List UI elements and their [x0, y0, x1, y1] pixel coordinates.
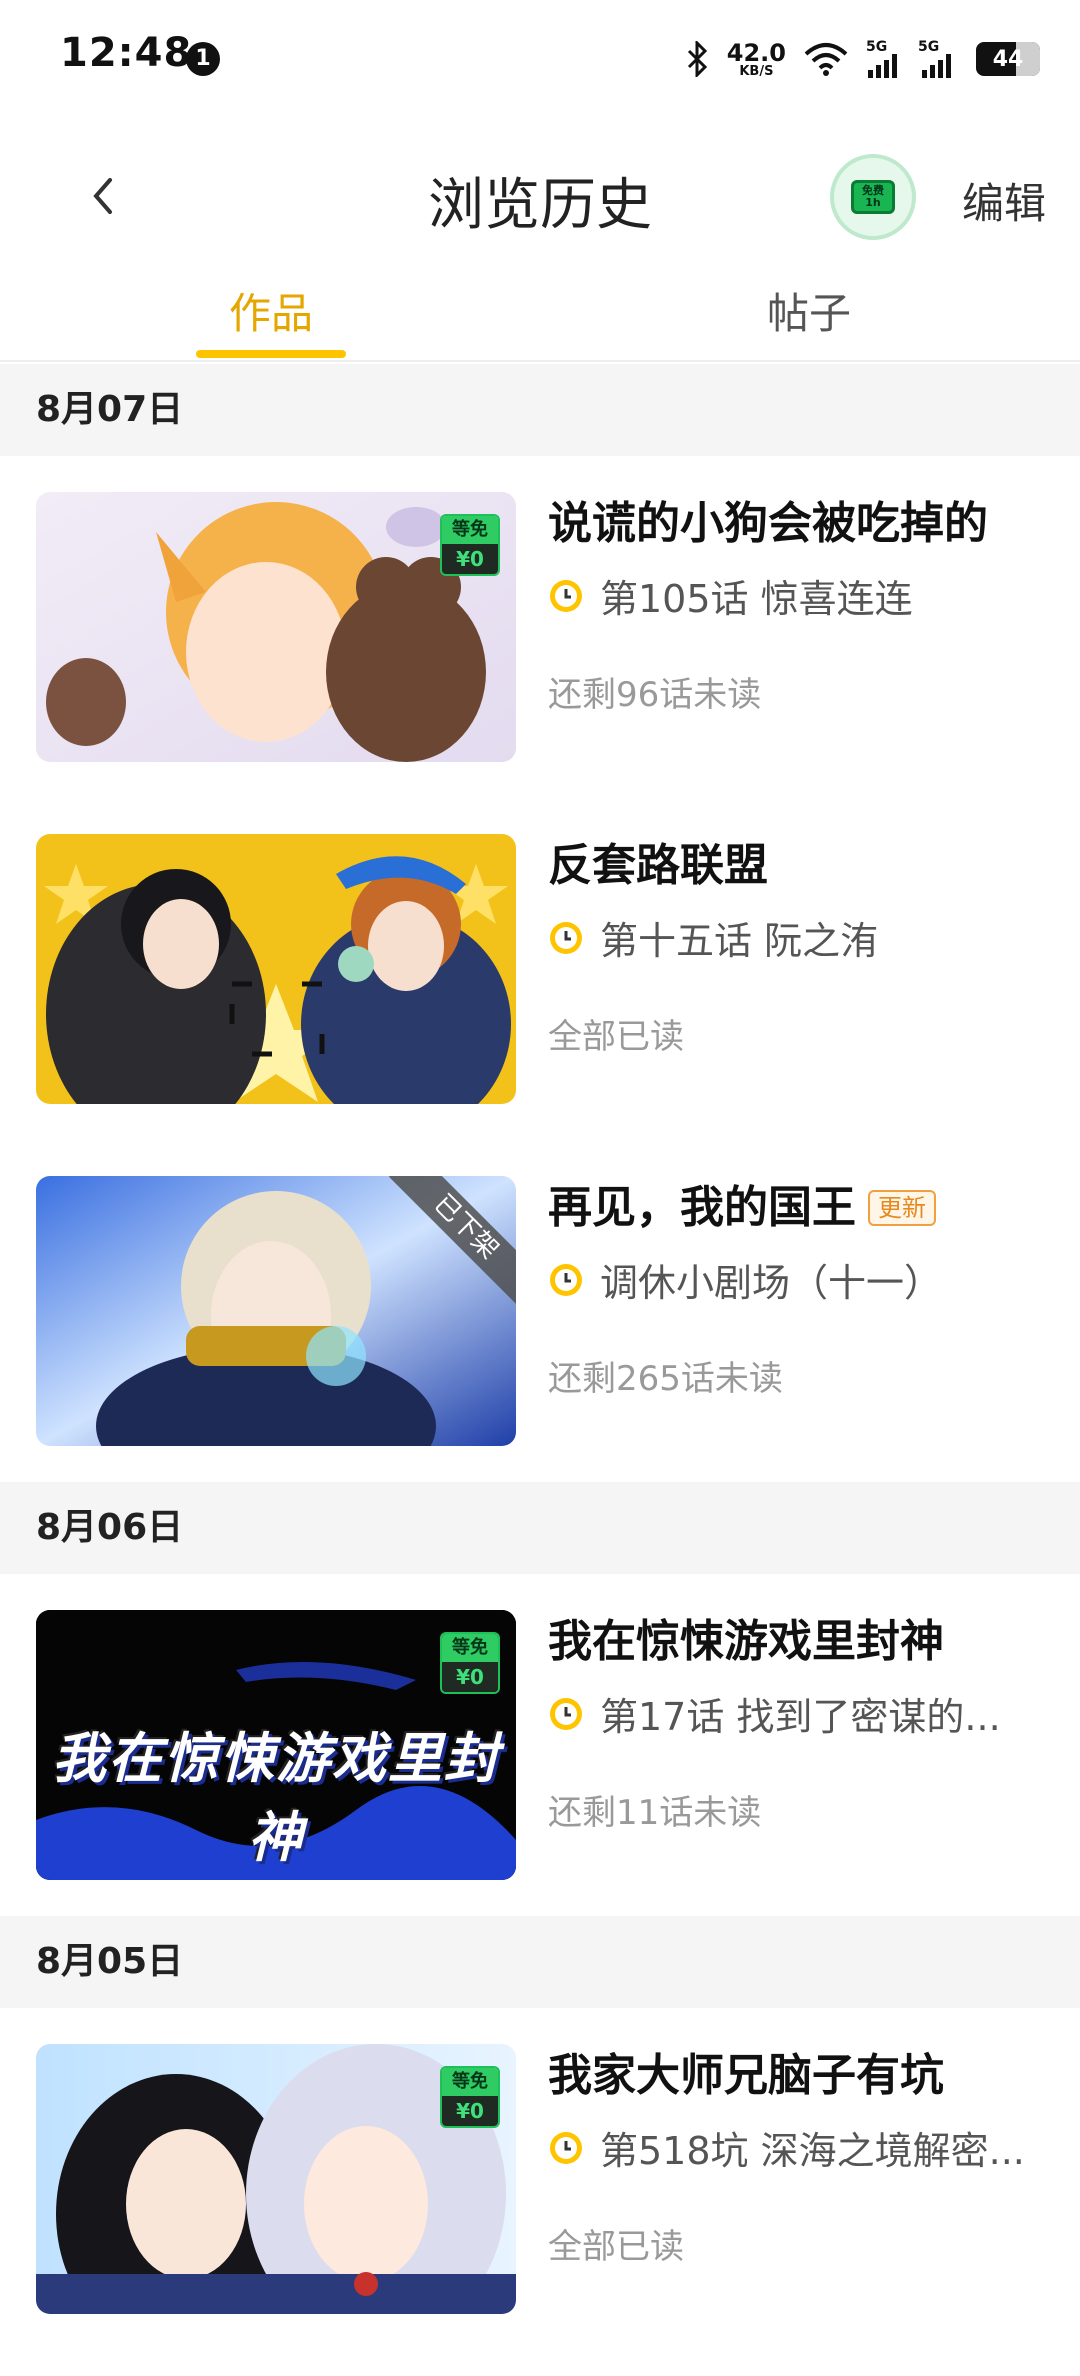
comic-info: 再见，我的国王 更新 调休小剧场（十一） 还剩265话未读	[548, 1176, 1048, 1400]
free-tag: 等免 ¥0	[440, 514, 500, 576]
clock-icon	[550, 921, 582, 954]
history-list[interactable]: 8月07日 等免 ¥0 说谎的小狗会被吃掉的 第105话 惊喜连连 还剩96话未…	[0, 364, 1080, 2350]
clock-icon	[550, 1263, 582, 1296]
cover-art	[36, 834, 516, 1104]
timer-icon: 免费 1h	[851, 180, 895, 214]
comic-title: 我家大师兄脑子有坑	[548, 2044, 1048, 2108]
last-read-chapter: 调休小剧场（十一）	[548, 1252, 1048, 1307]
battery-icon: 44	[976, 42, 1040, 76]
read-status: 还剩11话未读	[548, 1793, 762, 1833]
update-badge: 更新	[868, 1190, 936, 1226]
free-tag: 等免 ¥0	[440, 1632, 500, 1694]
list-item[interactable]: 我在惊悚游戏里封神 等免 ¥0 我在惊悚游戏里封神 第17话 找到了密谋的...…	[0, 1574, 1080, 1916]
list-item[interactable]: 等免 ¥0 说谎的小狗会被吃掉的 第105话 惊喜连连 还剩96话未读	[0, 456, 1080, 798]
wifi-icon	[804, 43, 848, 76]
comic-info: 反套路联盟 第十五话 阮之洧 全部已读	[548, 834, 1048, 1058]
last-read-chapter: 第518坑 深海之境解密...	[548, 2120, 1048, 2175]
comic-title-text: 反套路联盟	[548, 840, 768, 891]
signal-2: 5G	[918, 40, 958, 78]
free-tag-top: 等免	[442, 1634, 498, 1662]
date-header: 8月06日	[0, 1482, 1080, 1574]
chapter-text: 第518坑 深海之境解密...	[600, 2129, 1025, 2173]
signal-1-label: 5G	[866, 39, 888, 55]
signal-icon	[922, 54, 951, 78]
chapter-text: 调休小剧场（十一）	[600, 1261, 943, 1305]
net-speed-unit: KB/S	[739, 63, 774, 79]
notification-badge: 1	[186, 42, 220, 76]
comic-info: 我家大师兄脑子有坑 第518坑 深海之境解密... 全部已读	[548, 2044, 1048, 2268]
status-time: 12:48	[60, 30, 193, 76]
date-header: 8月05日	[0, 1916, 1080, 2008]
free-tag: 等免 ¥0	[440, 2066, 500, 2128]
comic-info: 我在惊悚游戏里封神 第17话 找到了密谋的... 还剩11话未读	[548, 1610, 1048, 1834]
last-read-chapter: 第17话 找到了密谋的...	[548, 1686, 1048, 1741]
comic-title-text: 再见，我的国王	[548, 1182, 856, 1233]
free-timer-button[interactable]: 免费 1h	[830, 154, 916, 240]
cover-title-text: 我在惊悚游戏里封神	[52, 1727, 500, 1869]
free-tag-price: ¥0	[442, 2096, 498, 2126]
read-status: 全部已读	[548, 1017, 684, 1057]
status-icons: 42.0 KB/S 5G 5G 44	[687, 34, 1040, 84]
list-item[interactable]: 反套路联盟 第十五话 阮之洧 全部已读	[0, 798, 1080, 1140]
comic-cover[interactable]: 等免 ¥0	[36, 492, 516, 762]
comic-cover[interactable]: 我在惊悚游戏里封神 等免 ¥0	[36, 1610, 516, 1880]
list-item[interactable]: 已下架 再见，我的国王 更新 调休小剧场（十一） 还剩265话未读	[0, 1140, 1080, 1482]
signal-1: 5G	[866, 40, 900, 78]
tab-bar: 作品 帖子	[0, 270, 1080, 362]
clock-icon	[550, 579, 582, 612]
clock-icon	[550, 1697, 582, 1730]
date-header: 8月07日	[0, 364, 1080, 456]
chapter-text: 第十五话 阮之洧	[600, 919, 879, 963]
comic-title-text: 说谎的小狗会被吃掉的	[548, 498, 988, 549]
free-tag-top: 等免	[442, 2068, 498, 2096]
comic-title: 反套路联盟	[548, 834, 1048, 898]
chapter-text: 第17话 找到了密谋的...	[600, 1695, 1001, 1739]
read-status: 全部已读	[548, 2227, 684, 2267]
free-tag-price: ¥0	[442, 544, 498, 574]
edit-button[interactable]: 编辑	[962, 170, 1046, 231]
tab-works[interactable]: 作品	[196, 280, 346, 341]
read-status: 还剩96话未读	[548, 675, 762, 715]
tab-posts[interactable]: 帖子	[734, 280, 884, 341]
last-read-chapter: 第十五话 阮之洧	[548, 910, 1048, 965]
battery-level: 44	[992, 46, 1024, 72]
app-header: 浏览历史 免费 1h 编辑	[0, 130, 1080, 260]
timer-bottom-text: 1h	[865, 196, 881, 209]
comic-cover[interactable]: 等免 ¥0	[36, 2044, 516, 2314]
comic-cover[interactable]	[36, 834, 516, 1104]
comic-cover[interactable]: 已下架	[36, 1176, 516, 1446]
comic-title: 我在惊悚游戏里封神	[548, 1610, 1048, 1674]
bluetooth-icon	[687, 41, 707, 77]
status-bar: 12:48 1 42.0 KB/S 5G 5G 44	[0, 0, 1080, 118]
chapter-text: 第105话 惊喜连连	[600, 577, 913, 621]
clock-icon	[550, 2131, 582, 2164]
net-speed-value: 42.0	[726, 38, 786, 67]
last-read-chapter: 第105话 惊喜连连	[548, 568, 1048, 623]
signal-2-label: 5G	[918, 39, 940, 55]
comic-title-text: 我在惊悚游戏里封神	[548, 1616, 944, 1667]
free-tag-price: ¥0	[442, 1662, 498, 1692]
list-item[interactable]: 等免 ¥0 我家大师兄脑子有坑 第518坑 深海之境解密... 全部已读	[0, 2008, 1080, 2350]
network-speed: 42.0 KB/S	[727, 41, 786, 78]
read-status: 还剩265话未读	[548, 1359, 783, 1399]
comic-info: 说谎的小狗会被吃掉的 第105话 惊喜连连 还剩96话未读	[548, 492, 1048, 716]
active-tab-indicator	[196, 350, 346, 358]
comic-title-text: 我家大师兄脑子有坑	[548, 2050, 944, 2101]
comic-title: 再见，我的国王 更新	[548, 1176, 1048, 1240]
page-title: 浏览历史	[428, 173, 652, 238]
signal-icon	[868, 54, 897, 78]
free-tag-top: 等免	[442, 516, 498, 544]
comic-title: 说谎的小狗会被吃掉的	[548, 492, 1048, 556]
